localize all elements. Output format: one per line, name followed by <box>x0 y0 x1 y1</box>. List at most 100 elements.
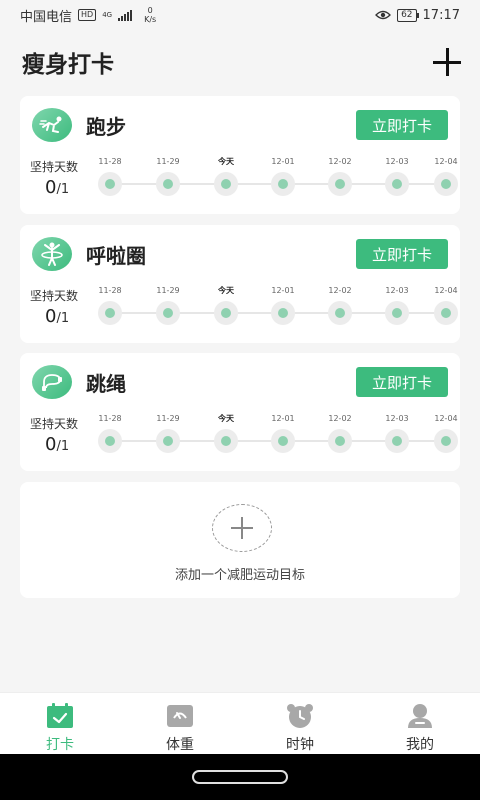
day-dot[interactable] <box>271 429 295 453</box>
day-item: 12-01 <box>263 413 303 453</box>
day-item: 12-04 <box>426 413 466 453</box>
system-nav-bar <box>0 754 480 800</box>
jump-rope-icon <box>32 365 72 399</box>
streak-target: /1 <box>56 311 70 326</box>
day-item: 11-29 <box>148 156 188 196</box>
page-title: 瘦身打卡 <box>22 52 114 78</box>
day-label: 12-03 <box>385 286 409 295</box>
header: 瘦身打卡 <box>22 44 462 80</box>
streak-value: 0 <box>45 434 57 455</box>
day-dot[interactable] <box>214 429 238 453</box>
day-item: 今天 <box>206 285 246 325</box>
checkin-button[interactable]: 立即打卡 <box>356 110 448 140</box>
streak-counter: 坚持天数 0 /1 <box>30 158 90 198</box>
tab-mine[interactable]: 我的 <box>360 693 480 754</box>
day-dot[interactable] <box>214 172 238 196</box>
bottom-tab-bar: 打卡 体重 时钟 我的 <box>0 692 480 754</box>
home-indicator[interactable] <box>192 770 288 784</box>
day-item: 12-03 <box>377 285 417 325</box>
day-label: 12-02 <box>328 414 352 423</box>
add-button[interactable] <box>432 47 462 77</box>
day-dot[interactable] <box>98 429 122 453</box>
signal-icon <box>118 9 133 21</box>
week-timeline: 11-28 11-29 今天 12-01 12-02 12-03 12-04 <box>90 413 460 453</box>
week-timeline: 11-28 11-29 今天 12-01 12-02 12-03 12-04 <box>90 156 460 196</box>
day-item: 11-28 <box>90 413 130 453</box>
streak-label: 坚持天数 <box>30 417 79 431</box>
day-label: 12-04 <box>434 414 458 423</box>
user-icon <box>406 703 434 729</box>
hula-hoop-icon <box>32 237 72 271</box>
day-label: 12-03 <box>385 414 409 423</box>
day-dot[interactable] <box>98 301 122 325</box>
day-label: 11-29 <box>156 157 180 166</box>
day-item: 12-01 <box>263 285 303 325</box>
day-item: 11-29 <box>148 285 188 325</box>
add-goal-card[interactable]: 添加一个减肥运动目标 <box>20 482 460 598</box>
day-dot[interactable] <box>385 172 409 196</box>
streak-label: 坚持天数 <box>30 160 79 174</box>
day-dot[interactable] <box>385 301 409 325</box>
running-icon <box>32 108 72 142</box>
day-item: 12-04 <box>426 285 466 325</box>
day-dot[interactable] <box>434 172 458 196</box>
day-label: 11-28 <box>98 286 122 295</box>
day-label: 12-02 <box>328 286 352 295</box>
day-dot[interactable] <box>434 301 458 325</box>
day-label: 11-29 <box>156 414 180 423</box>
day-label: 12-01 <box>271 157 295 166</box>
day-label: 11-28 <box>98 414 122 423</box>
day-dot[interactable] <box>271 172 295 196</box>
day-item: 12-02 <box>320 156 360 196</box>
day-dot[interactable] <box>214 301 238 325</box>
calendar-check-icon <box>46 703 74 729</box>
status-bar: 中国电信 HD 4G 0 K/s 62 17:17 <box>0 0 480 30</box>
day-label: 12-01 <box>271 286 295 295</box>
day-dot[interactable] <box>434 429 458 453</box>
day-dot[interactable] <box>271 301 295 325</box>
streak-target: /1 <box>56 439 70 454</box>
day-label: 12-04 <box>434 286 458 295</box>
eye-icon <box>375 10 391 20</box>
scale-icon <box>166 703 194 729</box>
day-dot[interactable] <box>98 172 122 196</box>
day-dot[interactable] <box>156 429 180 453</box>
exercise-name: 呼啦圈 <box>86 243 146 268</box>
day-label: 今天 <box>218 286 234 295</box>
tab-label: 时钟 <box>286 737 314 753</box>
day-label: 12-01 <box>271 414 295 423</box>
day-dot[interactable] <box>385 429 409 453</box>
day-label: 11-28 <box>98 157 122 166</box>
alarm-clock-icon <box>286 703 314 729</box>
exercise-name: 跑步 <box>86 114 126 139</box>
tab-clock[interactable]: 时钟 <box>240 693 360 754</box>
day-dot[interactable] <box>328 301 352 325</box>
day-dot[interactable] <box>328 172 352 196</box>
exercise-card: 跑步 立即打卡 坚持天数 0 /1 11-28 11-29 今天 12-01 1… <box>20 96 460 214</box>
day-item: 12-04 <box>426 156 466 196</box>
tab-weight[interactable]: 体重 <box>120 693 240 754</box>
exercise-card: 呼啦圈 立即打卡 坚持天数 0 /1 11-28 11-29 今天 12-01 … <box>20 225 460 343</box>
day-item: 今天 <box>206 156 246 196</box>
tab-label: 打卡 <box>46 737 74 753</box>
day-item: 11-29 <box>148 413 188 453</box>
streak-counter: 坚持天数 0 /1 <box>30 287 90 327</box>
day-label: 12-04 <box>434 157 458 166</box>
day-label: 12-03 <box>385 157 409 166</box>
streak-value: 0 <box>45 306 57 327</box>
day-item: 12-01 <box>263 156 303 196</box>
day-label: 11-29 <box>156 286 180 295</box>
tab-label: 我的 <box>406 737 434 753</box>
battery-icon: 62 <box>397 8 420 22</box>
hd-badge: HD <box>78 9 97 21</box>
carrier-name: 中国电信 <box>20 9 73 25</box>
day-item: 11-28 <box>90 156 130 196</box>
tab-checkin[interactable]: 打卡 <box>0 693 120 754</box>
day-dot[interactable] <box>156 172 180 196</box>
day-dot[interactable] <box>156 301 180 325</box>
day-dot[interactable] <box>328 429 352 453</box>
streak-value: 0 <box>45 177 57 198</box>
checkin-button[interactable]: 立即打卡 <box>356 239 448 269</box>
checkin-button[interactable]: 立即打卡 <box>356 367 448 397</box>
add-goal-icon[interactable] <box>212 504 272 552</box>
